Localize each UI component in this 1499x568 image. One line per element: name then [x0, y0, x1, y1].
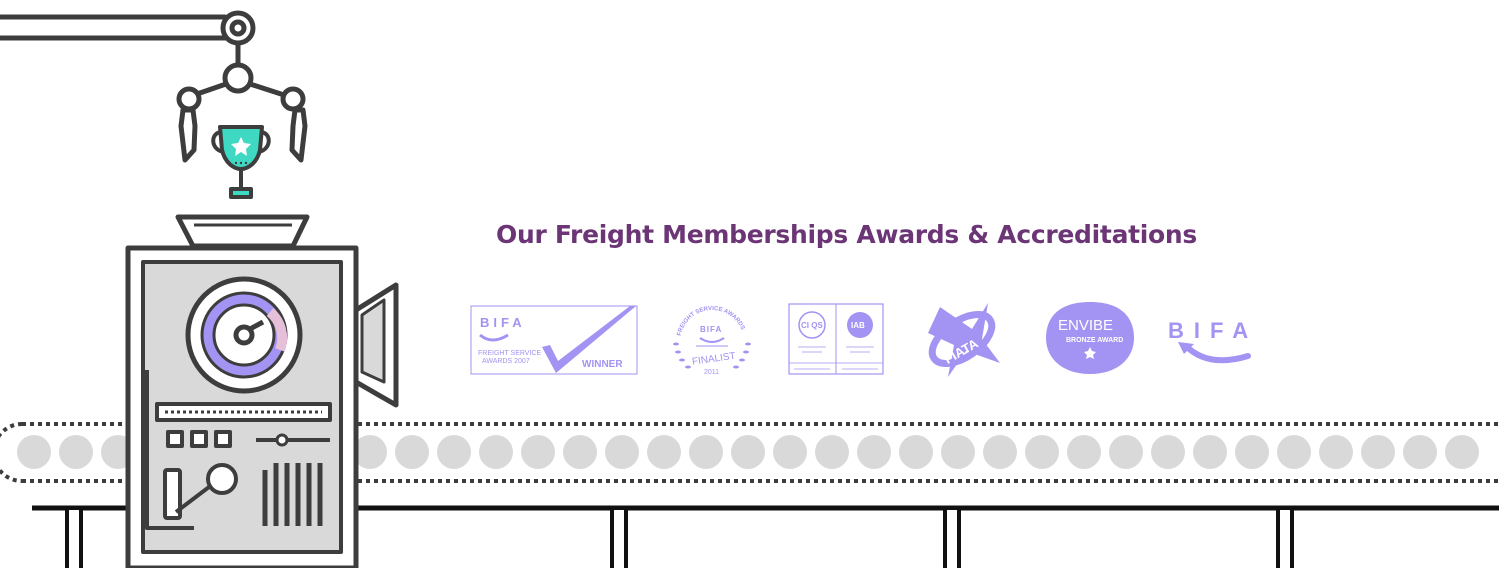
conveyor-roller — [1109, 435, 1143, 469]
conveyor-roller — [983, 435, 1017, 469]
envibe-brand: ENVIBE — [1058, 317, 1113, 334]
award-machine-illustration — [0, 10, 1499, 568]
conveyor-roller — [1067, 435, 1101, 469]
conveyor-roller — [815, 435, 849, 469]
envibe-bronze-award-logo: ENVIBE BRONZE AWARD — [1044, 300, 1136, 376]
bifa-winner-badge: WINNER — [582, 359, 623, 370]
conveyor-roller — [563, 435, 597, 469]
conveyor-roller — [1277, 435, 1311, 469]
bifa-finalist-label: FINALIST — [691, 351, 736, 368]
conveyor-roller — [59, 435, 93, 469]
conveyor-roller — [395, 435, 429, 469]
iso-certificates-logo: CI QS IAB — [788, 303, 884, 375]
conveyor-roller — [773, 435, 807, 469]
conveyor-roller — [479, 435, 513, 469]
conveyor-roller — [1319, 435, 1353, 469]
iso-right-mark: IAB — [851, 321, 865, 330]
bifa-member-logo: BIFA — [1166, 316, 1266, 370]
bifa-member-brand: BIFA — [1168, 318, 1258, 343]
conveyor-roller — [731, 435, 765, 469]
bifa-finalist-brand: BIFA — [700, 325, 722, 334]
conveyor-roller — [1403, 435, 1437, 469]
award-machine-icon — [125, 214, 399, 568]
conveyor-roller — [1025, 435, 1059, 469]
trophy-icon — [211, 125, 271, 199]
conveyor-roller — [899, 435, 933, 469]
fiata-logo: FIATA — [922, 297, 1006, 381]
conveyor-roller — [521, 435, 555, 469]
conveyor-roller — [437, 435, 471, 469]
envibe-award: BRONZE AWARD — [1066, 337, 1123, 344]
bifa-winner-line1: FREIGHT SERVICE — [478, 350, 541, 357]
conveyor-roller — [1193, 435, 1227, 469]
conveyor-roller — [689, 435, 723, 469]
conveyor-roller — [1445, 435, 1479, 469]
conveyor-roller — [1151, 435, 1185, 469]
section-heading: Our Freight Memberships Awards & Accredi… — [496, 220, 1198, 249]
bifa-winner-logo: BIFA FREIGHT SERVICE AWARDS 2007 WINNER — [470, 305, 638, 375]
bifa-finalist-logo: FREIGHT SERVICE AWARDS BIFA FINALIST 201… — [666, 302, 758, 378]
iso-left-mark: CI QS — [801, 321, 823, 330]
bifa-finalist-year: 2011 — [704, 369, 719, 376]
bifa-winner-brand: BIFA — [480, 315, 526, 330]
conveyor-roller — [941, 435, 975, 469]
conveyor-roller — [857, 435, 891, 469]
conveyor-roller — [1235, 435, 1269, 469]
conveyor-roller — [17, 435, 51, 469]
bifa-winner-line2: AWARDS 2007 — [482, 358, 530, 365]
conveyor-roller — [1361, 435, 1395, 469]
conveyor-roller — [605, 435, 639, 469]
conveyor-roller — [647, 435, 681, 469]
